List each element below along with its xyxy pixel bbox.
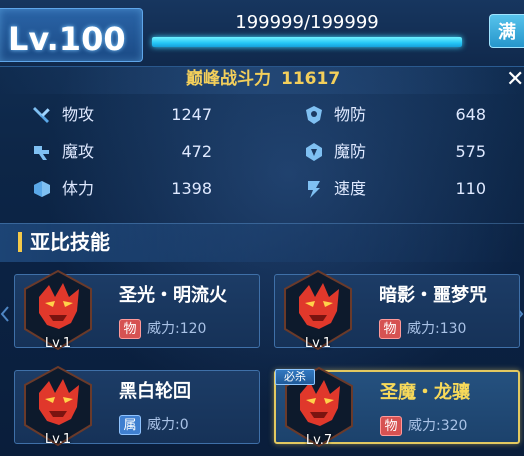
stat-value: 648	[455, 105, 486, 124]
skill-level: Lv.1	[304, 336, 332, 351]
skill-type-badge: 物	[119, 319, 141, 339]
skill-level: Lv.1	[44, 432, 72, 447]
sword-icon	[33, 107, 50, 123]
stat-label: 体力	[62, 179, 95, 198]
stat-physical-defense: 物防 648	[302, 102, 492, 128]
stat-magic-defense: 魔防 575	[302, 139, 492, 165]
exp-text: 199999/199999	[235, 12, 379, 33]
level-badge: Lv.100	[0, 8, 143, 62]
combat-power-label: 巅峰战斗力	[186, 69, 271, 89]
stat-value: 1247	[171, 105, 212, 124]
speed-icon	[308, 181, 320, 198]
skills-title: 亚比技能	[30, 230, 110, 254]
stat-value: 472	[181, 142, 212, 161]
stat-label: 魔攻	[62, 142, 95, 161]
skill-name: 圣光・明流火	[119, 285, 227, 306]
combat-power: 巅峰战斗力 11617	[186, 71, 340, 88]
pet-detail-panel: Lv.100 199999/199999 满 巅峰战斗力 11617 ✕ 物攻 1…	[0, 0, 524, 456]
stat-stamina: 体力 1398	[30, 176, 220, 202]
scroll-left-icon[interactable]	[0, 305, 10, 323]
skill-power: 威力:0	[147, 417, 189, 433]
stat-speed: 速度 110	[302, 176, 492, 202]
stat-value: 1398	[171, 179, 212, 198]
skill-portrait: Lv.1	[19, 267, 97, 353]
skill-name: 圣魔・龙骧	[380, 382, 470, 403]
skill-power: 威力:120	[147, 321, 207, 337]
stat-label: 速度	[334, 179, 367, 198]
skill-type-badge: 物	[380, 416, 402, 436]
skill-power: 威力:320	[408, 418, 468, 434]
level-header: Lv.100 199999/199999 满	[0, 0, 524, 67]
level-text: Lv.100	[8, 20, 126, 58]
stamina-icon	[34, 181, 50, 197]
stat-value: 110	[455, 179, 486, 198]
magic-defense-icon	[306, 143, 322, 161]
shield-icon	[306, 106, 322, 124]
max-level-button[interactable]: 满	[489, 14, 524, 48]
skill-type-badge: 属	[119, 415, 141, 435]
magic-attack-icon	[34, 146, 49, 160]
combat-power-value: 11617	[281, 69, 341, 89]
stat-physical-attack: 物攻 1247	[30, 102, 220, 128]
stat-label: 物防	[334, 105, 367, 124]
skill-name: 暗影・噩梦咒	[379, 285, 487, 306]
stat-magic-attack: 魔攻 472	[30, 139, 220, 165]
skill-power: 威力:130	[407, 321, 467, 337]
stat-label: 魔防	[334, 142, 367, 161]
exp-bar	[152, 37, 462, 47]
close-icon[interactable]: ✕	[506, 69, 524, 91]
skills-title-accent	[18, 232, 22, 252]
skill-card[interactable]: Lv.1 黑白轮回 属 威力:0	[14, 365, 260, 447]
skill-card[interactable]: Lv.1 暗影・噩梦咒 物 威力:130	[274, 269, 520, 351]
skill-level: Lv.7	[305, 433, 333, 448]
stat-label: 物攻	[62, 105, 95, 124]
skill-portrait: Lv.1	[279, 267, 357, 353]
skill-type-badge: 物	[379, 319, 401, 339]
ultimate-tag: 必杀	[275, 369, 315, 385]
exp-bar-fill	[152, 37, 462, 47]
skill-portrait: Lv.1	[19, 363, 97, 449]
skill-name: 黑白轮回	[119, 381, 191, 402]
skill-level: Lv.1	[44, 336, 72, 351]
stat-value: 575	[455, 142, 486, 161]
skill-card[interactable]: Lv.1 圣光・明流火 物 威力:120	[14, 269, 260, 351]
